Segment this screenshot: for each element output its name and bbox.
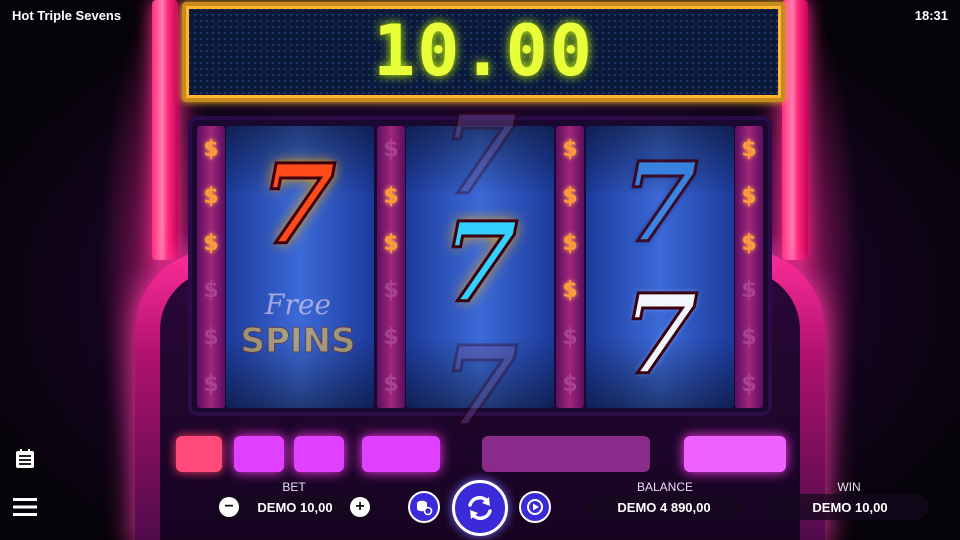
cabinet-button — [176, 436, 222, 472]
win-value: DEMO 10,00 — [812, 499, 888, 515]
dollar-icon: $ — [203, 184, 219, 209]
right-cabinet-pillar — [782, 0, 808, 260]
balance-panel: DEMO 4 890,00 — [586, 494, 742, 520]
reel-strip-mid-right: $ $ $ $ $ $ — [556, 126, 584, 408]
bet-label: BET — [282, 480, 306, 494]
autoplay-button[interactable] — [519, 491, 551, 523]
spin-arrows-icon — [468, 496, 492, 520]
seven-blue-symbol: 7 — [620, 138, 700, 267]
bet-decrease-button[interactable]: − — [219, 497, 239, 517]
dollar-icon: $ — [741, 184, 757, 209]
dollar-icon: $ — [203, 325, 219, 350]
dollar-icon: $ — [203, 278, 219, 303]
bet-value: DEMO 10,00 — [257, 499, 333, 515]
bet-increase-button[interactable]: + — [350, 497, 370, 517]
play-loop-icon — [527, 499, 543, 515]
dollar-icon: $ — [383, 278, 399, 303]
dollar-icon: $ — [203, 137, 219, 162]
seven-ghost-symbol: 7 — [440, 322, 520, 451]
cabinet-coin-slot — [482, 436, 650, 472]
cabinet-button — [362, 436, 440, 472]
game-stage: 10.00 $ $ $ $ $ $ $ $ $ $ $ $ $ $ $ $ $ … — [0, 0, 960, 540]
dollar-icon: $ — [383, 184, 399, 209]
cabinet-button — [234, 436, 284, 472]
coins-gear-icon — [417, 500, 433, 516]
paytable-icon[interactable] — [12, 446, 38, 472]
dollar-icon: $ — [562, 372, 578, 397]
dollar-icon: $ — [562, 325, 578, 350]
dollar-icon: $ — [383, 372, 399, 397]
dollar-icon: $ — [203, 231, 219, 256]
dollar-icon: $ — [383, 137, 399, 162]
clock: 18:31 — [914, 8, 948, 23]
seven-ghost-symbol: 7 — [440, 90, 520, 219]
dollar-icon: $ — [562, 137, 578, 162]
dollar-icon: $ — [741, 372, 757, 397]
status-bar: Hot Triple Sevens 18:31 — [0, 0, 960, 30]
cabinet-button — [684, 436, 786, 472]
dollar-icon: $ — [383, 325, 399, 350]
left-cabinet-pillar — [152, 0, 178, 260]
win-label: WIN — [837, 480, 861, 494]
win-panel: DEMO 10,00 — [772, 494, 928, 520]
dollar-icon: $ — [562, 231, 578, 256]
balance-label: BALANCE — [636, 480, 694, 494]
seven-blue-hot-symbol: 7 — [440, 198, 520, 327]
seven-red-hot-symbol: 7 — [258, 140, 338, 269]
dollar-icon: $ — [562, 278, 578, 303]
app-title: Hot Triple Sevens — [12, 8, 122, 23]
dollar-icon: $ — [562, 184, 578, 209]
dollar-icon: $ — [741, 325, 757, 350]
seven-white-symbol: 7 — [620, 270, 700, 399]
dollar-icon: $ — [383, 231, 399, 256]
reel-strip-mid-left: $ $ $ $ $ $ — [377, 126, 405, 408]
balance-value: DEMO 4 890,00 — [617, 499, 711, 515]
autoplay-settings-button[interactable] — [408, 491, 440, 523]
menu-icon[interactable] — [12, 494, 38, 520]
reel-strip-left: $ $ $ $ $ $ — [197, 126, 225, 408]
dollar-icon: $ — [203, 372, 219, 397]
free-spins-symbol: Free SPINS — [236, 288, 360, 380]
dollar-icon: $ — [741, 137, 757, 162]
free-spins-line1: Free — [265, 288, 331, 321]
reel-strip-right: $ $ $ $ $ $ — [735, 126, 763, 408]
cabinet-button — [294, 436, 344, 472]
spin-button[interactable] — [452, 480, 508, 536]
dollar-icon: $ — [741, 231, 757, 256]
free-spins-line2: SPINS — [240, 321, 356, 362]
dollar-icon: $ — [741, 278, 757, 303]
